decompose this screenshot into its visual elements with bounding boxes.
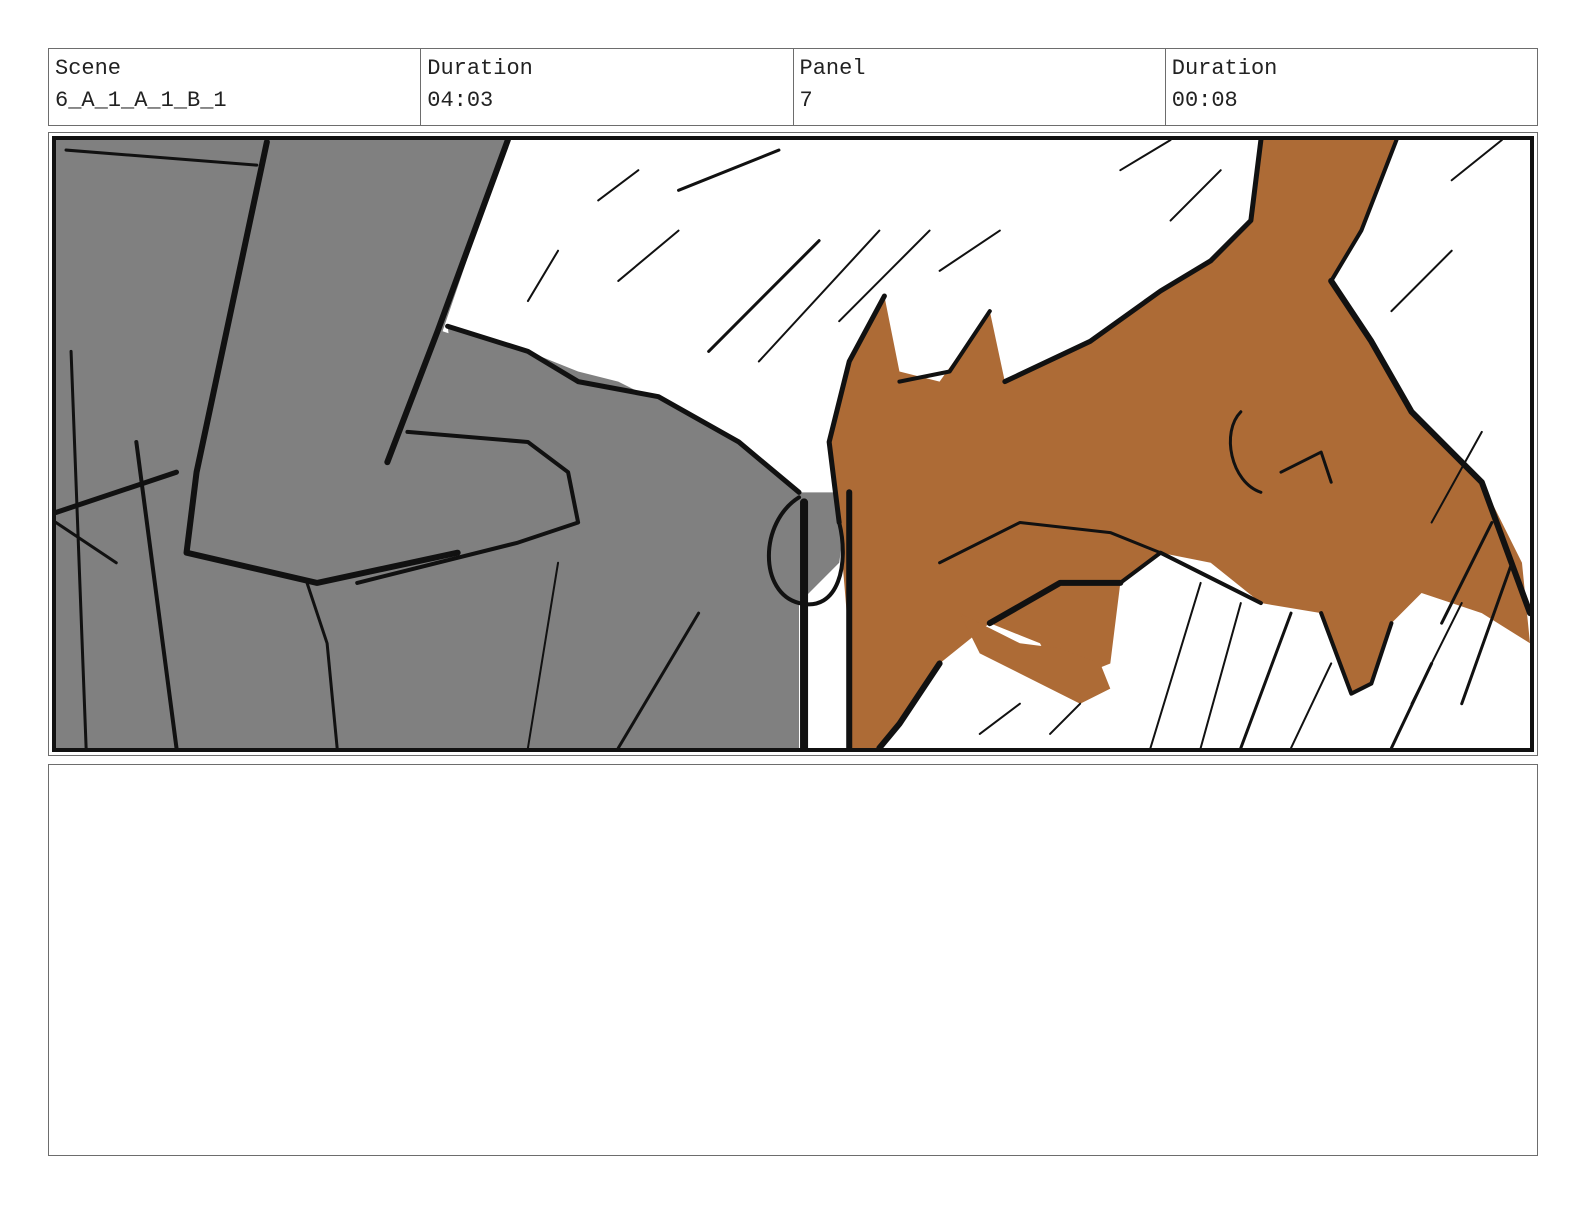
storyboard-header: Scene 6_A_1_A_1_B_1 Duration 04:03 Panel… (48, 48, 1538, 126)
scene-duration-cell: Duration 04:03 (421, 49, 794, 125)
panel-cell: Panel 7 (794, 49, 1166, 125)
panel-value: 7 (799, 88, 813, 113)
scene-duration-value: 04:03 (427, 88, 494, 113)
storyboard-sketch (56, 140, 1530, 748)
panel-label: Panel (799, 56, 866, 81)
panel-duration-value: 00:08 (1171, 88, 1238, 113)
panel-frame (48, 132, 1538, 756)
panel-drawing (52, 136, 1534, 752)
scene-label: Scene (55, 56, 122, 81)
panel-notes-box (48, 764, 1538, 1156)
scene-value: 6_A_1_A_1_B_1 (55, 88, 227, 113)
scene-duration-label: Duration (427, 56, 533, 81)
panel-duration-cell: Duration 00:08 (1166, 49, 1537, 125)
scene-cell: Scene 6_A_1_A_1_B_1 (49, 49, 422, 125)
panel-duration-label: Duration (1171, 56, 1278, 81)
